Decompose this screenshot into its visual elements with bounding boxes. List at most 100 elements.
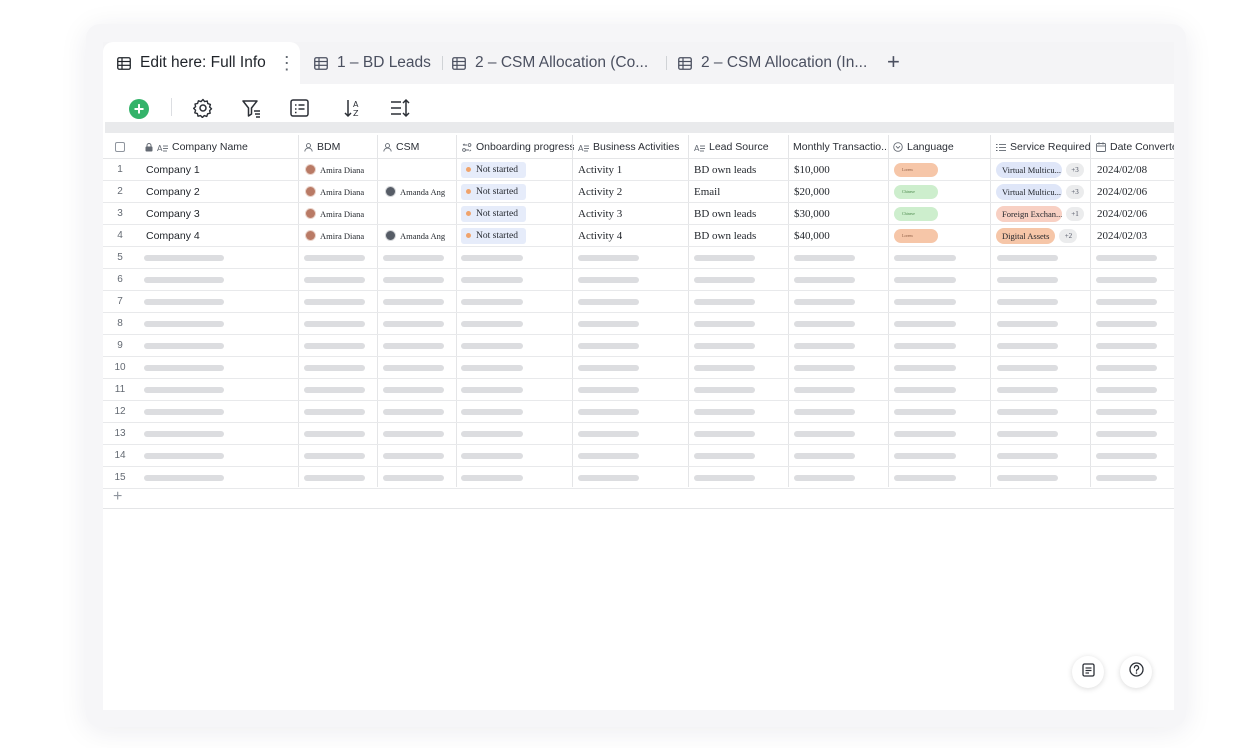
onboarding-progress-cell[interactable]: Not started [461, 203, 526, 224]
status-label: Not started [476, 208, 518, 219]
date-converted-cell[interactable]: 2024/02/03 [1097, 225, 1147, 246]
loading-skeleton-bar [894, 453, 956, 459]
language-cell[interactable]: Chinese [894, 203, 938, 224]
row-number: 9 [117, 340, 123, 351]
select-all-checkbox[interactable] [115, 135, 125, 159]
settings-button[interactable] [193, 98, 213, 123]
loading-skeleton-bar [144, 321, 224, 327]
language-cell[interactable]: Lorem [894, 159, 938, 180]
column-header-service-required[interactable]: Service Required [996, 135, 1091, 159]
loading-skeleton-bar [894, 409, 956, 415]
row-number: 1 [117, 164, 123, 175]
more-vertical-icon[interactable]: ⋮ [278, 54, 296, 72]
column-header-language[interactable]: Language [893, 135, 990, 159]
column-header-lead-source[interactable]: A Lead Source [694, 135, 789, 159]
service-required-cell[interactable]: Virtual Multicu... +3 [996, 181, 1084, 202]
onboarding-progress-cell[interactable]: Not started [461, 225, 526, 246]
lead-source-cell[interactable]: BD own leads [694, 159, 756, 180]
monthly-transactions-cell[interactable]: $10,000 [794, 159, 830, 180]
language-cell[interactable]: Lorem [894, 225, 938, 246]
loading-skeleton-bar [461, 387, 523, 393]
language-cell[interactable]: Chinese [894, 181, 938, 202]
business-activities-cell[interactable]: Activity 1 [578, 159, 622, 180]
column-header-onboarding-progress[interactable]: Onboarding progress [462, 135, 574, 159]
row-height-button[interactable] [390, 98, 410, 123]
service-required-cell[interactable]: Digital Assets +2 [996, 225, 1078, 246]
row-number: 14 [114, 450, 126, 461]
bdm-cell[interactable]: Amira Diana [305, 203, 364, 224]
svg-text:A: A [353, 100, 359, 109]
lead-source-cell[interactable]: BD own leads [694, 225, 756, 246]
company-name-cell[interactable]: Company 1 [146, 159, 200, 180]
table-row[interactable]: 2 Company 2 Amira Diana Amanda Ang Not s… [103, 181, 1174, 203]
loading-skeleton-bar [694, 431, 755, 437]
company-name-cell[interactable]: Company 2 [146, 181, 200, 202]
user-name: Amira Diana [320, 186, 365, 197]
business-activities-cell[interactable]: Activity 3 [578, 203, 622, 224]
bdm-cell[interactable]: Amira Diana [305, 159, 364, 180]
monthly-transactions-cell[interactable]: $30,000 [794, 203, 830, 224]
column-header-label: Lead Source [709, 141, 769, 153]
tab-csm-allocation-in[interactable]: 2 – CSM Allocation (In... [678, 42, 867, 84]
loading-skeleton-bar [383, 431, 444, 437]
loading-skeleton-bar [578, 343, 639, 349]
avatar [305, 164, 316, 175]
csm-cell[interactable]: Amanda Ang [385, 225, 445, 246]
single-select-icon [893, 142, 903, 152]
loading-skeleton-bar [894, 321, 956, 327]
business-activities-cell[interactable]: Activity 4 [578, 225, 622, 246]
row-number: 6 [117, 274, 123, 285]
tab-csm-allocation-co[interactable]: 2 – CSM Allocation (Co... [452, 42, 648, 84]
bdm-cell[interactable]: Amira Diana [305, 181, 364, 202]
loading-skeleton-bar [794, 343, 855, 349]
date-converted-cell[interactable]: 2024/02/08 [1097, 159, 1147, 180]
business-activities-cell[interactable]: Activity 2 [578, 181, 622, 202]
service-required-cell[interactable]: Foreign Exchan... +1 [996, 203, 1084, 224]
loading-skeleton-bar [304, 321, 365, 327]
filter-button[interactable] [241, 98, 261, 123]
date-converted-cell[interactable]: 2024/02/06 [1097, 203, 1147, 224]
onboarding-progress-cell[interactable]: Not started [461, 181, 526, 202]
onboarding-progress-cell[interactable]: Not started [461, 159, 526, 180]
column-header-bdm[interactable]: BDM [304, 135, 379, 159]
user-name: Amanda Ang [400, 186, 446, 197]
company-name-cell[interactable]: Company 3 [146, 203, 200, 224]
row-number: 3 [117, 208, 123, 219]
lead-source-cell[interactable]: BD own leads [694, 203, 756, 224]
column-header-monthly-transactions[interactable]: Monthly Transactio... [793, 135, 888, 159]
add-row-button[interactable]: + [113, 489, 122, 505]
bdm-cell[interactable]: Amira Diana [305, 225, 364, 246]
loading-skeleton-bar [304, 409, 365, 415]
svg-text:Z: Z [353, 109, 359, 118]
column-header-business-activities[interactable]: A Business Activities [578, 135, 690, 159]
fields-button[interactable] [290, 99, 309, 122]
help-button[interactable] [1120, 656, 1152, 688]
tab-label: 2 – CSM Allocation (In... [701, 54, 868, 71]
add-view-button[interactable]: + [887, 51, 900, 73]
tab-edit-full-info[interactable]: Edit here: Full Info ⋮ [103, 42, 300, 84]
column-header-company-name[interactable]: A Company Name [145, 135, 295, 159]
placeholder-row: 10 [103, 357, 1174, 379]
notes-button[interactable] [1072, 656, 1104, 688]
table-row[interactable]: 1 Company 1 Amira Diana Not started Acti… [103, 159, 1174, 181]
tab-bd-leads[interactable]: 1 – BD Leads [314, 42, 431, 84]
person-icon [383, 142, 392, 152]
add-record-button[interactable]: + [129, 99, 149, 119]
table-row[interactable]: 3 Company 3 Amira Diana Not started Acti… [103, 203, 1174, 225]
monthly-transactions-cell[interactable]: $20,000 [794, 181, 830, 202]
loading-skeleton-bar [1096, 343, 1157, 349]
sort-button[interactable]: AZ [343, 98, 363, 123]
placeholder-row: 6 [103, 269, 1174, 291]
monthly-transactions-cell[interactable]: $40,000 [794, 225, 830, 246]
table-row[interactable]: 4 Company 4 Amira Diana Amanda Ang Not s… [103, 225, 1174, 247]
date-converted-cell[interactable]: 2024/02/06 [1097, 181, 1147, 202]
loading-skeleton-bar [304, 475, 365, 481]
svg-text:A: A [578, 144, 584, 152]
user-name: Amira Diana [320, 164, 365, 175]
company-name-cell[interactable]: Company 4 [146, 225, 200, 246]
service-required-cell[interactable]: Virtual Multicu... +3 [996, 159, 1084, 180]
csm-cell[interactable]: Amanda Ang [385, 181, 445, 202]
lead-source-cell[interactable]: Email [694, 181, 720, 202]
column-header-csm[interactable]: CSM [383, 135, 458, 159]
column-header-date-converted[interactable]: Date Converte [1096, 135, 1174, 159]
